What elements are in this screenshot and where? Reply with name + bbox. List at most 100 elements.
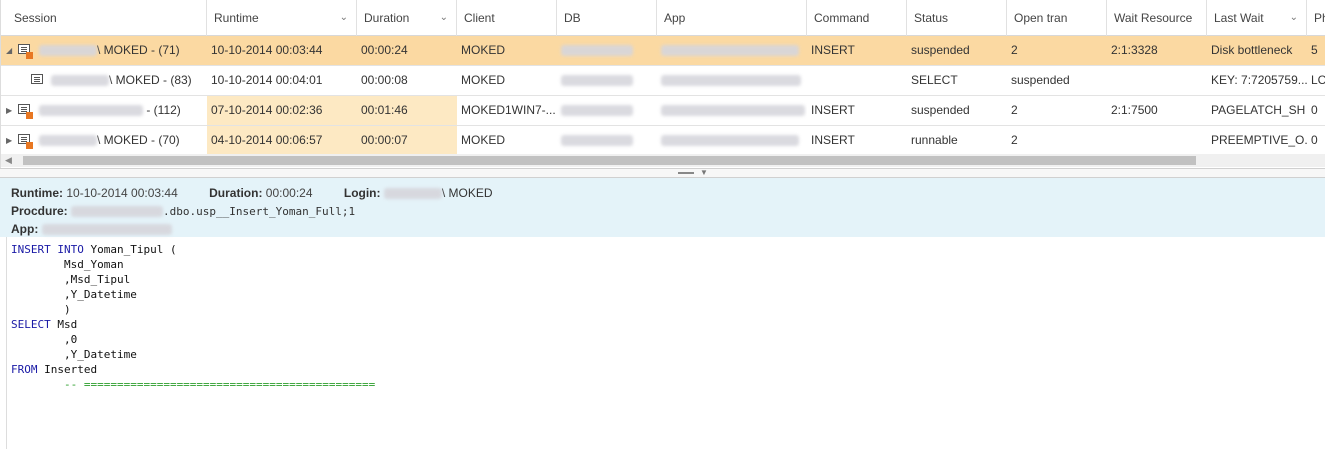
column-header-command[interactable]: Command: [807, 0, 907, 36]
sql-text: Msd: [50, 318, 78, 331]
redacted-app: [661, 105, 805, 117]
runtime-value: 10-10-2014 00:03:44: [66, 186, 178, 200]
redacted-login: [383, 188, 442, 200]
sql-text: ,Y_Datetime: [11, 288, 137, 301]
column-header-client[interactable]: Client: [457, 0, 557, 36]
collapse-icon[interactable]: ◢: [6, 36, 12, 65]
db-cell: [557, 96, 657, 125]
login-label: Login:: [343, 186, 381, 200]
runtime-cell: 10-10-2014 00:03:44: [211, 43, 323, 57]
ph-cell: 5: [1311, 43, 1318, 57]
wait-resource-cell: 2:1:7500: [1111, 103, 1158, 117]
session-icon: [18, 44, 33, 59]
status-cell: SELECT: [911, 73, 958, 87]
table-row[interactable]: ◢ \ MOKED - (71) 10-10-2014 00:03:44 00:…: [1, 36, 1325, 66]
db-cell: [557, 36, 657, 65]
open-tran-cell: 2: [1011, 103, 1018, 117]
table-row[interactable]: ▶ - (112) 07-10-2014 00:02:36 00:01:46 M…: [1, 96, 1325, 126]
runtime-cell: 07-10-2014 00:02:36: [207, 96, 357, 125]
command-cell: [807, 66, 907, 95]
redacted-app: [41, 224, 172, 236]
redacted-db: [561, 105, 633, 117]
chevron-down-icon[interactable]: ▼: [700, 168, 708, 177]
ph-cell: 0: [1311, 133, 1318, 147]
procedure-value: .dbo.usp__Insert_Yoman_Full;1: [163, 205, 356, 218]
session-cell: \ MOKED - (71): [35, 36, 207, 65]
status-cell: suspended: [911, 43, 970, 57]
column-header-app[interactable]: App: [657, 0, 807, 36]
open-tran-cell: suspended: [1011, 73, 1070, 87]
sql-keyword: SELECT: [11, 318, 51, 331]
login-value: \ MOKED: [441, 186, 493, 200]
column-header-label: Last Wait: [1214, 11, 1264, 25]
column-header-label: Open tran: [1014, 11, 1068, 25]
divider: [6, 237, 7, 449]
chevron-down-icon[interactable]: ⌄: [340, 0, 348, 36]
last-wait-cell: PAGELATCH_SH: [1211, 103, 1306, 117]
sessions-grid: Session Runtime ⌄ Duration ⌄ Client DB App…: [0, 0, 1325, 168]
duration-label: Duration:: [209, 186, 263, 200]
column-header-status[interactable]: Status: [907, 0, 1007, 36]
redacted-login: [51, 75, 109, 87]
column-header-db[interactable]: DB: [557, 0, 657, 36]
column-header-open-tran[interactable]: Open tran: [1007, 0, 1107, 36]
column-header-ph[interactable]: Ph: [1307, 0, 1325, 36]
wait-resource-cell: [1107, 66, 1207, 95]
sql-text: Msd_Yoman: [11, 258, 124, 271]
expand-icon[interactable]: ▶: [6, 126, 12, 155]
runtime-label: Runtime:: [11, 186, 63, 200]
redacted-login: [39, 105, 143, 117]
chevron-down-icon[interactable]: ⌄: [440, 0, 448, 36]
duration-cell: 00:00:07: [357, 126, 457, 155]
redacted-app: [661, 45, 799, 57]
column-header-label: Ph: [1314, 11, 1325, 25]
table-row[interactable]: ▶ \ MOKED - (70) 04-10-2014 00:06:57 00:…: [1, 126, 1325, 156]
app-cell: [657, 126, 807, 155]
sql-keyword: INSERT INTO: [11, 243, 84, 256]
horizontal-scrollbar[interactable]: ◀: [1, 154, 1325, 167]
expand-icon[interactable]: ▶: [6, 96, 12, 125]
column-header-session[interactable]: Session: [7, 0, 207, 36]
duration-cell: 00:01:46: [357, 96, 457, 125]
last-wait-cell: Disk bottleneck: [1211, 43, 1293, 57]
session-icon: [18, 134, 33, 149]
column-header-runtime[interactable]: Runtime ⌄: [207, 0, 357, 36]
duration-cell: 00:00:08: [361, 73, 408, 87]
column-header-label: Wait Resource: [1114, 11, 1193, 25]
column-header-last-wait[interactable]: Last Wait ⌄: [1207, 0, 1307, 36]
session-detail-panel: Runtime: 10-10-2014 00:03:44 Duration: 0…: [0, 178, 1325, 237]
column-header-label: Status: [914, 11, 949, 25]
command-cell: INSERT: [811, 133, 855, 147]
sql-comment: -- =====================================…: [11, 378, 376, 391]
sql-text: Inserted: [37, 363, 98, 376]
last-wait-cell: PREEMPTIVE_O...: [1211, 133, 1307, 147]
procedure-label: Procdure:: [11, 204, 68, 218]
redacted-db: [561, 135, 633, 147]
grip-icon[interactable]: [678, 172, 694, 174]
chevron-down-icon[interactable]: ⌄: [1290, 0, 1298, 36]
client-cell: MOKED: [461, 73, 506, 87]
open-tran-cell: 2: [1011, 43, 1018, 57]
scroll-left-icon[interactable]: ◀: [5, 154, 12, 167]
client-cell: MOKED1WIN7-...: [461, 103, 556, 117]
scrollbar-thumb[interactable]: [23, 156, 1196, 165]
status-cell: suspended: [911, 103, 970, 117]
client-cell: MOKED: [461, 43, 506, 57]
column-header-label: Duration: [364, 11, 410, 25]
table-row[interactable]: \ MOKED - (83) 10-10-2014 00:04:01 00:00…: [1, 66, 1325, 96]
ph-cell: LC: [1311, 73, 1325, 87]
redacted-app: [661, 75, 801, 87]
column-header-wait-resource[interactable]: Wait Resource: [1107, 0, 1207, 36]
column-header-label: DB: [564, 11, 581, 25]
column-header-duration[interactable]: Duration ⌄: [357, 0, 457, 36]
panel-splitter[interactable]: ▼: [0, 168, 1325, 178]
wait-resource-cell: 2:1:3328: [1111, 43, 1158, 57]
detail-line-runtime: Runtime: 10-10-2014 00:03:44 Duration: 0…: [11, 184, 1325, 202]
session-cell: \ MOKED - (83): [47, 66, 207, 95]
wait-resource-cell: [1107, 126, 1207, 155]
sql-keyword: FROM: [11, 363, 38, 376]
sql-text: ,0: [11, 333, 78, 346]
sql-code-view[interactable]: INSERT INTO Yoman_Tipul ( Msd_Yoman ,Msd…: [11, 242, 375, 392]
runtime-cell: 10-10-2014 00:04:01: [211, 73, 323, 87]
last-wait-cell: KEY: 7:7205759...: [1211, 73, 1307, 87]
